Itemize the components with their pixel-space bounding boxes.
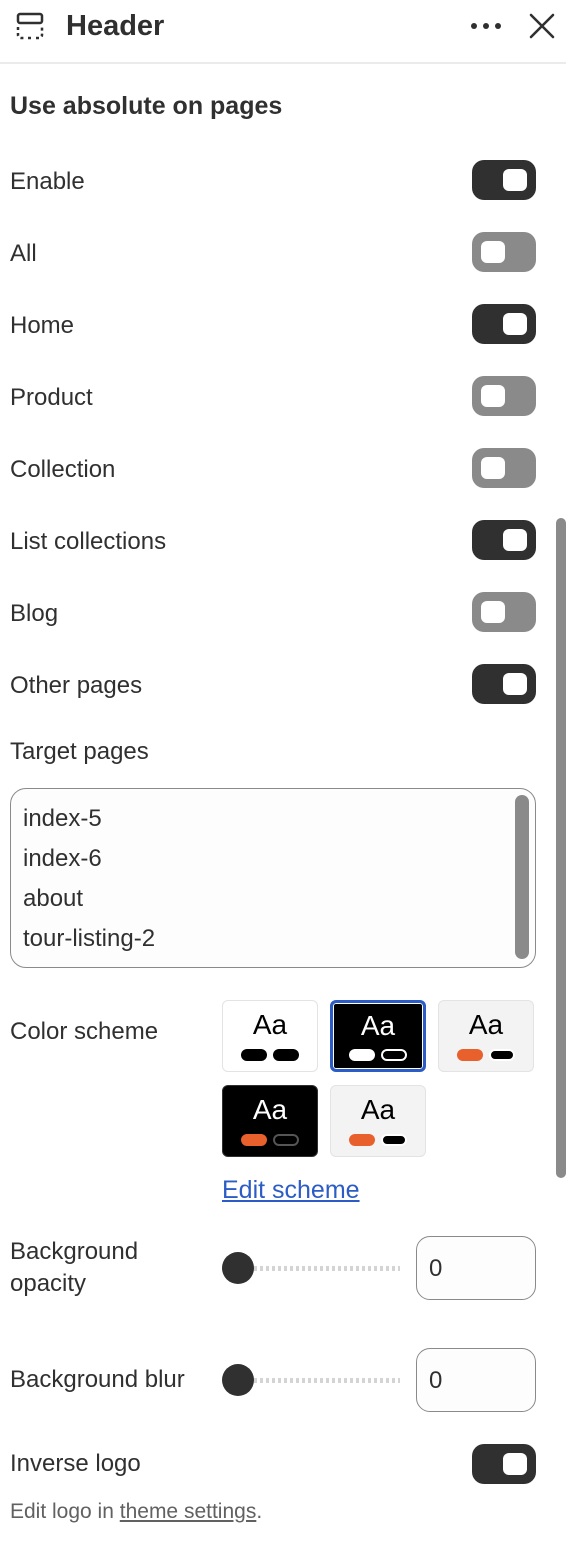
section-title: Use absolute on pages <box>10 92 283 120</box>
color-scheme-swatch-4[interactable]: Aa <box>222 1085 318 1157</box>
enable-toggle[interactable] <box>472 160 536 200</box>
swatch-sample-text: Aa <box>252 1094 288 1125</box>
toggle-label: Other pages <box>10 672 143 699</box>
toggle-row-enable: Enable <box>0 160 548 204</box>
collection-toggle[interactable] <box>472 448 536 488</box>
toggle-label: Product <box>10 384 93 411</box>
list-collections-toggle[interactable] <box>472 520 536 560</box>
toggle-row-blog: Blog <box>0 592 548 636</box>
toggle-row-product: Product <box>0 376 548 420</box>
color-scheme-swatch-1[interactable]: Aa <box>222 1000 318 1072</box>
slider-thumb[interactable] <box>222 1364 254 1396</box>
toggle-knob <box>503 529 527 551</box>
toggle-label: Blog <box>10 600 59 627</box>
product-toggle[interactable] <box>472 376 536 416</box>
toggle-row-all: All <box>0 232 548 276</box>
target-page-line: index-6 <box>23 845 102 872</box>
more-horizontal-icon[interactable] <box>468 12 504 40</box>
swatch-sample-text: Aa <box>360 1094 396 1125</box>
help-suffix: . <box>256 1500 263 1523</box>
panel-scrollbar[interactable] <box>556 518 566 1178</box>
panel-title: Header <box>66 10 165 42</box>
toggle-label: Inverse logo <box>10 1450 141 1477</box>
swatch-pill <box>489 1049 515 1061</box>
toggle-label: Home <box>10 312 75 339</box>
close-icon[interactable] <box>526 10 558 42</box>
background-opacity-slider[interactable] <box>222 1252 402 1284</box>
panel-header: Header <box>0 0 566 64</box>
toggle-label: All <box>10 240 37 267</box>
swatch-pill <box>381 1134 407 1146</box>
color-scheme-swatch-3[interactable]: Aa <box>438 1000 534 1072</box>
swatch-pill <box>273 1134 299 1146</box>
background-blur-input[interactable]: 0 <box>416 1348 536 1412</box>
swatch-sample-text: Aa <box>468 1009 504 1040</box>
toggle-knob <box>481 457 505 479</box>
toggle-row-list-collections: List collections <box>0 520 548 564</box>
slider-track[interactable] <box>236 1266 400 1271</box>
slider-thumb[interactable] <box>222 1252 254 1284</box>
input-value: 0 <box>429 1255 443 1282</box>
color-scheme-label: Color scheme <box>10 1018 159 1045</box>
toggle-label: Collection <box>10 456 116 483</box>
label-line: Background <box>10 1238 139 1265</box>
toggle-knob <box>481 241 505 263</box>
color-scheme-swatch-2[interactable]: Aa <box>330 1000 426 1072</box>
toggle-label: Enable <box>10 168 85 195</box>
toggle-knob <box>481 385 505 407</box>
edit-scheme-link[interactable]: Edit scheme <box>222 1174 360 1206</box>
all-toggle[interactable] <box>472 232 536 272</box>
help-prefix: Edit logo in <box>10 1500 120 1523</box>
swatch-pill <box>349 1134 375 1146</box>
toggle-row-collection: Collection <box>0 448 548 492</box>
label-line: opacity <box>10 1270 87 1297</box>
theme-settings-link[interactable]: theme settings <box>120 1500 257 1523</box>
target-page-line: tour-listing-2 <box>23 925 156 952</box>
toggle-row-home: Home <box>0 304 548 348</box>
inverse-logo-help: Edit logo in theme settings. <box>10 1498 262 1526</box>
toggle-knob <box>503 1453 527 1475</box>
toggle-knob <box>503 673 527 695</box>
toggle-row-inverse-logo: Inverse logo <box>0 1444 548 1488</box>
swatch-sample-text: Aa <box>252 1009 288 1040</box>
toggle-label: List collections <box>10 528 167 555</box>
swatch-pill <box>241 1134 267 1146</box>
toggle-row-other-pages: Other pages <box>0 664 548 708</box>
target-pages-label: Target pages <box>10 738 149 765</box>
background-opacity-label: Background opacity <box>10 1236 138 1300</box>
slider-track[interactable] <box>236 1378 400 1383</box>
target-pages-textarea[interactable]: index-5 index-6 about tour-listing-2 <box>10 788 536 968</box>
inverse-logo-toggle[interactable] <box>472 1444 536 1484</box>
home-toggle[interactable] <box>472 304 536 344</box>
other-pages-toggle[interactable] <box>472 664 536 704</box>
blog-toggle[interactable] <box>472 592 536 632</box>
swatch-pill <box>273 1049 299 1061</box>
toggle-knob <box>503 313 527 335</box>
swatch-sample-text: Aa <box>360 1010 396 1041</box>
color-scheme-swatch-5[interactable]: Aa <box>330 1085 426 1157</box>
swatch-pill <box>241 1049 267 1061</box>
swatch-pill <box>381 1049 407 1061</box>
target-page-line: index-5 <box>23 805 102 832</box>
swatch-pill <box>349 1049 375 1061</box>
background-blur-slider[interactable] <box>222 1364 402 1396</box>
swatch-pill <box>457 1049 483 1061</box>
textarea-scrollbar[interactable] <box>515 795 529 959</box>
toggle-knob <box>503 169 527 191</box>
toggle-knob <box>481 601 505 623</box>
background-opacity-input[interactable]: 0 <box>416 1236 536 1300</box>
target-page-line: about <box>23 885 84 912</box>
background-blur-label: Background blur <box>10 1366 185 1393</box>
input-value: 0 <box>429 1367 443 1394</box>
header-section-icon <box>16 12 44 40</box>
